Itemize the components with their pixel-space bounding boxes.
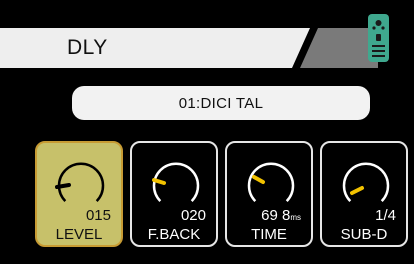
knob-sub-division[interactable]: 1/4 SUB-D	[320, 141, 408, 247]
knob-time[interactable]: 69 8ms TIME	[225, 141, 313, 247]
knob-value: 015	[85, 207, 111, 224]
remote-pedal-icon[interactable]	[368, 14, 389, 62]
knob-label: TIME	[251, 226, 287, 243]
knob-value: 69 8ms	[261, 207, 301, 224]
effect-title: DLY	[67, 36, 108, 59]
knob-value: 1/4	[375, 207, 396, 224]
delay-type-selector[interactable]: 01:DICI TAL	[72, 86, 370, 120]
header-bar	[0, 28, 378, 68]
effect-header: DLY	[0, 28, 414, 68]
knob-label: SUB-D	[340, 226, 388, 243]
knob-value: 020	[180, 207, 206, 224]
knob-level[interactable]: 015 LEVEL	[35, 141, 123, 247]
knob-label: F.BACK	[147, 226, 201, 243]
knob-label: LEVEL	[55, 226, 103, 243]
delay-type-value: 01:DICI TAL	[178, 94, 264, 112]
knob-feedback[interactable]: 020 F.BACK	[130, 141, 218, 247]
